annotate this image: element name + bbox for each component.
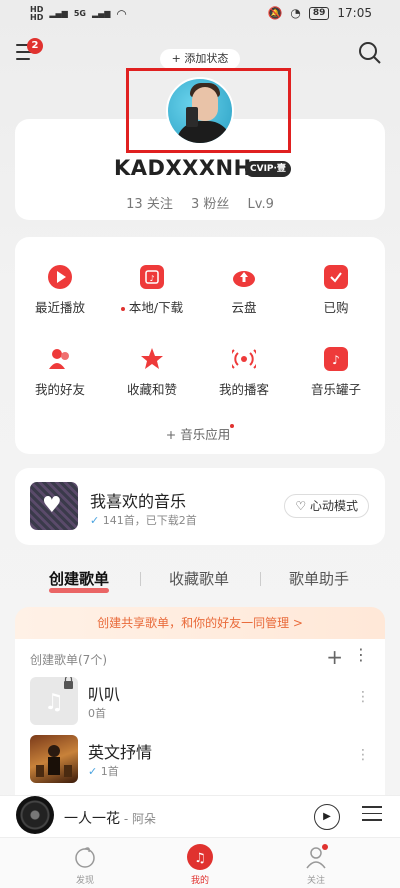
apps-card: 最近播放 ♪ 本地/下载 云盘 已购 我的好友 收藏和赞 我的播客 ♪ 音乐罐子… <box>15 237 385 454</box>
nav-label: 关注 <box>306 876 325 886</box>
tab-created-playlists[interactable]: 创建歌单 <box>49 568 109 589</box>
svg-text:♪: ♪ <box>332 353 340 367</box>
follows-count[interactable]: 13 关注 <box>126 197 173 212</box>
svg-text:♪: ♪ <box>149 274 154 283</box>
app-cloud-drive[interactable]: 云盘 <box>201 265 287 316</box>
heart-icon: ♡ <box>295 499 307 513</box>
username[interactable]: KADXXXNH <box>114 156 252 180</box>
liked-music-card[interactable]: ♥ 我喜欢的音乐 ✓ 141首，已下载2首 ♡ 心动模式 <box>15 468 385 545</box>
nav-label: 发现 <box>75 876 94 886</box>
vip-badge[interactable]: CVIP·壹 <box>245 161 291 177</box>
app-local-download[interactable]: ♪ 本地/下载 <box>109 265 195 316</box>
playlist-card: 创建歌单(7个) + ⋮ ♫ 叭叭 0首 ⋮ 英文抒情 ✓ 1首 ⋮ <box>15 639 385 799</box>
playlist-cover: ♫ <box>30 675 78 725</box>
app-label: 云盘 <box>231 300 257 315</box>
level[interactable]: Lv.9 <box>248 197 274 212</box>
mute-icon: 🔕 <box>267 6 283 20</box>
speed-icon: ◔ <box>290 6 301 20</box>
highlight-box <box>126 68 291 153</box>
add-status-button[interactable]: + 添加状态 <box>160 49 240 69</box>
music-apps-button[interactable]: + 音乐应用 <box>15 424 385 443</box>
broadcast-icon <box>228 347 260 371</box>
app-friends[interactable]: 我的好友 <box>17 347 103 398</box>
nav-mine[interactable]: ♫ 我的 <box>170 844 230 886</box>
add-playlist-icon[interactable]: + <box>326 645 343 669</box>
network-label: 5G <box>73 9 86 18</box>
more-icon[interactable]: ⋮ <box>356 747 370 763</box>
fans-count[interactable]: 3 粉丝 <box>191 197 229 212</box>
music-jar-icon: ♪ <box>324 347 348 371</box>
heart-mode-button[interactable]: ♡ 心动模式 <box>284 494 369 518</box>
app-music-jar[interactable]: ♪ 音乐罐子 <box>293 347 379 398</box>
app-label: 我的好友 <box>34 382 85 397</box>
new-dot <box>230 424 235 428</box>
playlist-count: 0首 <box>88 707 106 720</box>
app-label: 已购 <box>323 300 349 315</box>
app-purchased[interactable]: 已购 <box>293 265 379 316</box>
mini-player[interactable]: 一人一花 - 阿朵 ▶ <box>0 795 400 837</box>
profile-stats: 13 关注 3 粉丝 Lv.9 <box>0 193 400 212</box>
playlist-cover <box>30 735 78 783</box>
play-icon[interactable]: ▶ <box>314 804 340 830</box>
discover-icon <box>72 844 98 870</box>
playlist-queue-icon[interactable] <box>362 806 382 826</box>
new-dot <box>120 306 125 311</box>
svg-text:♫: ♫ <box>44 690 64 715</box>
status-bar: HD HD ▂▄▆ 5G ▂▄▆ ◠ 🔕 ◔ 89 17:05 <box>0 0 400 30</box>
app-label: 音乐罐子 <box>310 382 361 397</box>
share-playlist-banner[interactable]: 创建共享歌单，和你的好友一同管理 > <box>15 607 385 639</box>
playlist-count: ✓ 1首 <box>88 765 119 778</box>
playlist-tabs: 创建歌单 收藏歌单 歌单助手 <box>0 568 400 598</box>
check-icon: ✓ <box>90 514 100 527</box>
tab-divider <box>260 572 261 586</box>
nav-label: 我的 <box>190 876 209 886</box>
tab-collected-playlists[interactable]: 收藏歌单 <box>169 568 229 589</box>
svg-text:♫: ♫ <box>194 851 206 866</box>
app-podcast[interactable]: 我的播客 <box>201 347 287 398</box>
app-recent-play[interactable]: 最近播放 <box>17 265 103 316</box>
check-icon: ✓ <box>88 765 98 778</box>
playlist-name: 叭叭 <box>88 685 121 704</box>
cloud-upload-icon <box>232 265 256 289</box>
track-info[interactable]: 一人一花 - 阿朵 <box>64 808 156 828</box>
download-icon: ♪ <box>140 265 164 289</box>
music-icon: ♫ <box>187 844 213 870</box>
playlist-name: 英文抒情 <box>88 743 153 762</box>
signal-bars-icon: ▂▄▆ <box>49 9 68 18</box>
tab-divider <box>140 572 141 586</box>
liked-music-title: 我喜欢的音乐 <box>90 492 187 511</box>
play-icon <box>48 265 72 289</box>
app-label: 收藏和赞 <box>126 382 177 397</box>
heart-icon: ♥ <box>42 493 62 518</box>
bag-check-icon <box>324 265 348 289</box>
clock: 17:05 <box>337 6 372 20</box>
liked-music-subtitle: ✓ 141首，已下载2首 <box>90 514 197 527</box>
bottom-nav: 发现 ♫ 我的 关注 <box>0 837 400 888</box>
album-disc[interactable] <box>16 796 54 834</box>
search-icon[interactable] <box>358 41 382 65</box>
playlist-row[interactable]: ♫ 叭叭 0首 ⋮ <box>30 675 370 727</box>
nav-discover[interactable]: 发现 <box>55 844 115 886</box>
signal-bars-icon: ▂▄▆ <box>91 9 111 18</box>
menu-badge: 2 <box>27 38 43 54</box>
more-icon[interactable]: ⋮ <box>353 645 369 664</box>
liked-music-cover: ♥ <box>30 482 78 530</box>
app-label: 我的播客 <box>218 382 269 397</box>
battery-icon: 89 <box>308 6 330 20</box>
tab-playlist-assistant[interactable]: 歌单助手 <box>289 568 349 589</box>
user-icon <box>303 844 329 870</box>
nav-follow[interactable]: 关注 <box>286 844 346 886</box>
wifi-icon: ◠ <box>116 7 127 21</box>
app-label: 本地/下载 <box>128 300 184 315</box>
playlist-header: 创建歌单(7个) <box>30 653 107 667</box>
friends-icon <box>48 347 72 371</box>
more-icon[interactable]: ⋮ <box>356 689 370 705</box>
app-label: 最近播放 <box>34 300 85 315</box>
track-artist: - 阿朵 <box>120 812 156 826</box>
playlist-row[interactable]: 英文抒情 ✓ 1首 ⋮ <box>30 735 370 785</box>
track-title: 一人一花 <box>64 811 120 827</box>
app-favorites[interactable]: 收藏和赞 <box>109 347 195 398</box>
star-icon <box>140 347 164 371</box>
signal-icon: HD HD <box>30 5 44 22</box>
